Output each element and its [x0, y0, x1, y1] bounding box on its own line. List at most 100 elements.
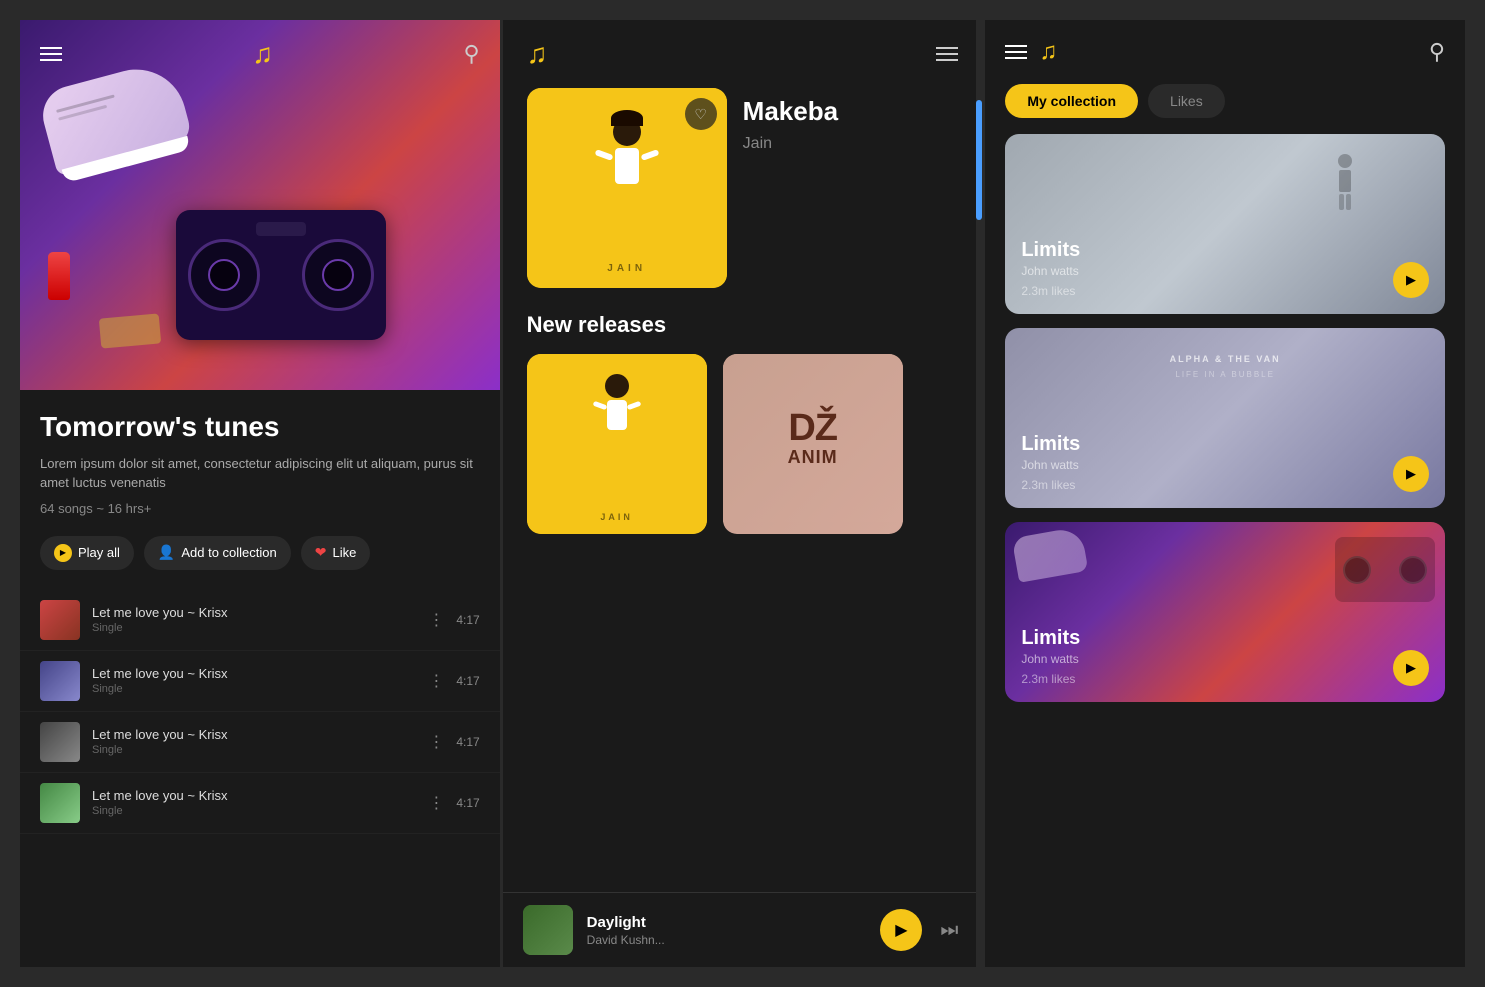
- track-duration-1: 4:17: [456, 613, 479, 627]
- track-duration-2: 4:17: [456, 674, 479, 688]
- p2-play-button[interactable]: ▶: [880, 909, 922, 951]
- p2-album-info: Makeba Jain: [743, 88, 838, 153]
- card-3-artist: John watts: [1021, 652, 1395, 666]
- p2-artist-name: Jain: [743, 135, 838, 153]
- p2-album-section: JAIN ♡ Makeba Jain: [503, 88, 983, 288]
- track-more-button-3[interactable]: ⋮: [428, 732, 444, 752]
- card-3-play-button[interactable]: ▶: [1393, 650, 1429, 686]
- play-dot-icon: ▶: [54, 544, 72, 562]
- scrollbar-track[interactable]: [976, 20, 982, 967]
- collection-icon: 👤: [158, 544, 175, 561]
- track-info-3: Let me love you ~ Krisx Single: [92, 727, 416, 756]
- screens-wrapper: ♫ ⚲: [20, 20, 1465, 967]
- card-3-likes: 2.3m likes: [1021, 672, 1395, 686]
- collection-card-2[interactable]: ALPHA & THE VAN LIFE IN A BUBBLE Limits …: [1005, 328, 1445, 508]
- track-item-3[interactable]: Let me love you ~ Krisx Single ⋮ 4:17: [20, 712, 500, 773]
- tab-my-collection[interactable]: My collection: [1005, 84, 1138, 118]
- p2-header: ♫: [503, 20, 983, 88]
- p2-release-card-2[interactable]: DŽ ANIM: [723, 354, 903, 534]
- card-1-info: Limits John watts 2.3m likes: [1021, 239, 1395, 298]
- p3-search-icon[interactable]: ⚲: [1429, 39, 1445, 65]
- collection-card-3[interactable]: Limits John watts 2.3m likes ▶: [1005, 522, 1445, 702]
- playlist-title: Tomorrow's tunes: [40, 410, 480, 444]
- p3-header-left: ♫: [1005, 38, 1057, 66]
- heart-icon: ❤: [315, 544, 327, 561]
- p2-np-artist: David Kushn...: [587, 933, 867, 947]
- card-2-info: Limits John watts 2.3m likes: [1021, 433, 1395, 492]
- p1-logo-icon: ♫: [252, 38, 273, 70]
- p1-search-icon[interactable]: ⚲: [464, 41, 480, 67]
- track-duration-4: 4:17: [456, 796, 479, 810]
- panel-collection: ♫ ⚲ My collection Likes: [985, 20, 1465, 967]
- card-2-title: Limits: [1021, 433, 1395, 456]
- track-more-button-1[interactable]: ⋮: [428, 610, 444, 630]
- track-more-button-2[interactable]: ⋮: [428, 671, 444, 691]
- track-type-1: Single: [92, 622, 416, 634]
- track-duration-3: 4:17: [456, 735, 479, 749]
- p2-np-title: Daylight: [587, 914, 867, 931]
- p2-np-info: Daylight David Kushn...: [587, 914, 867, 947]
- playlist-description: Lorem ipsum dolor sit amet, consectetur …: [40, 454, 480, 493]
- like-button[interactable]: ❤ Like: [301, 536, 371, 570]
- card-1-title: Limits: [1021, 239, 1395, 262]
- track-name-2: Let me love you ~ Krisx: [92, 666, 416, 681]
- tab-likes[interactable]: Likes: [1148, 84, 1225, 118]
- p2-np-thumbnail: [523, 905, 573, 955]
- card-3-info: Limits John watts 2.3m likes: [1021, 627, 1395, 686]
- track-item-4[interactable]: Let me love you ~ Krisx Single ⋮ 4:17: [20, 773, 500, 834]
- track-item-2[interactable]: Let me love you ~ Krisx Single ⋮ 4:17: [20, 651, 500, 712]
- collection-card-1[interactable]: Limits John watts 2.3m likes ▶: [1005, 134, 1445, 314]
- card-1-play-button[interactable]: ▶: [1393, 262, 1429, 298]
- track-name-3: Let me love you ~ Krisx: [92, 727, 416, 742]
- p2-new-releases-title: New releases: [527, 312, 959, 338]
- track-name-1: Let me love you ~ Krisx: [92, 605, 416, 620]
- track-more-button-4[interactable]: ⋮: [428, 793, 444, 813]
- card-alpha-sub: LIFE IN A BUBBLE: [1005, 370, 1445, 379]
- add-to-collection-button[interactable]: 👤 Add to collection: [144, 536, 291, 570]
- card-alpha-text: ALPHA & THE VAN: [1005, 354, 1445, 364]
- p2-hamburger-icon[interactable]: [936, 47, 958, 61]
- can-decoration: [48, 252, 70, 300]
- boombox-decoration: [176, 210, 386, 340]
- track-info-1: Let me love you ~ Krisx Single: [92, 605, 416, 634]
- card-2-artist: John watts: [1021, 458, 1395, 472]
- p1-content: Tomorrow's tunes Lorem ipsum dolor sit a…: [20, 390, 500, 570]
- track-type-3: Single: [92, 744, 416, 756]
- track-thumbnail-2: [40, 661, 80, 701]
- p2-song-title: Makeba: [743, 96, 838, 127]
- card-1-likes: 2.3m likes: [1021, 284, 1395, 298]
- p2-heart-button[interactable]: ♡: [685, 98, 717, 130]
- p3-hamburger-icon[interactable]: [1005, 45, 1027, 59]
- p1-action-buttons: ▶ Play all 👤 Add to collection ❤ Like: [40, 536, 480, 570]
- card-2-play-button[interactable]: ▶: [1393, 456, 1429, 492]
- track-info-4: Let me love you ~ Krisx Single: [92, 788, 416, 817]
- card-3-title: Limits: [1021, 627, 1395, 650]
- card-2-likes: 2.3m likes: [1021, 478, 1395, 492]
- p2-releases-grid: JAIN DŽ ANIM: [527, 354, 959, 534]
- p2-new-releases-section: New releases JAIN: [503, 288, 983, 534]
- track-name-4: Let me love you ~ Krisx: [92, 788, 416, 803]
- play-all-button[interactable]: ▶ Play all: [40, 536, 134, 570]
- track-type-4: Single: [92, 805, 416, 817]
- p2-next-button[interactable]: ⏭: [936, 919, 962, 942]
- track-thumbnail-3: [40, 722, 80, 762]
- table-item-decoration: [99, 313, 161, 348]
- track-item-1[interactable]: Let me love you ~ Krisx Single ⋮ 4:17: [20, 590, 500, 651]
- track-thumbnail-4: [40, 783, 80, 823]
- p3-collection-list: Limits John watts 2.3m likes ▶ ALPHA & T…: [985, 134, 1465, 961]
- p3-tabs: My collection Likes: [985, 84, 1465, 134]
- p2-logo-icon: ♫: [527, 38, 548, 70]
- p2-release-card-1[interactable]: JAIN: [527, 354, 707, 534]
- card3-boombox-decoration: [1335, 537, 1435, 602]
- scrollbar-thumb: [976, 100, 982, 220]
- playlist-meta: 64 songs ~ 16 hrs+: [40, 501, 480, 516]
- card3-sneaker-decoration: [1012, 526, 1089, 582]
- p2-now-playing-bar: Daylight David Kushn... ▶ ⏭: [503, 892, 983, 967]
- panel-playlist: ♫ ⚲: [20, 20, 503, 967]
- panel-now-playing: ♫: [503, 20, 986, 967]
- hamburger-menu-icon[interactable]: [40, 47, 62, 61]
- p3-logo-icon: ♫: [1039, 38, 1057, 66]
- card-1-artist: John watts: [1021, 264, 1395, 278]
- p3-header: ♫ ⚲: [985, 20, 1465, 84]
- track-list: Let me love you ~ Krisx Single ⋮ 4:17 Le…: [20, 590, 500, 834]
